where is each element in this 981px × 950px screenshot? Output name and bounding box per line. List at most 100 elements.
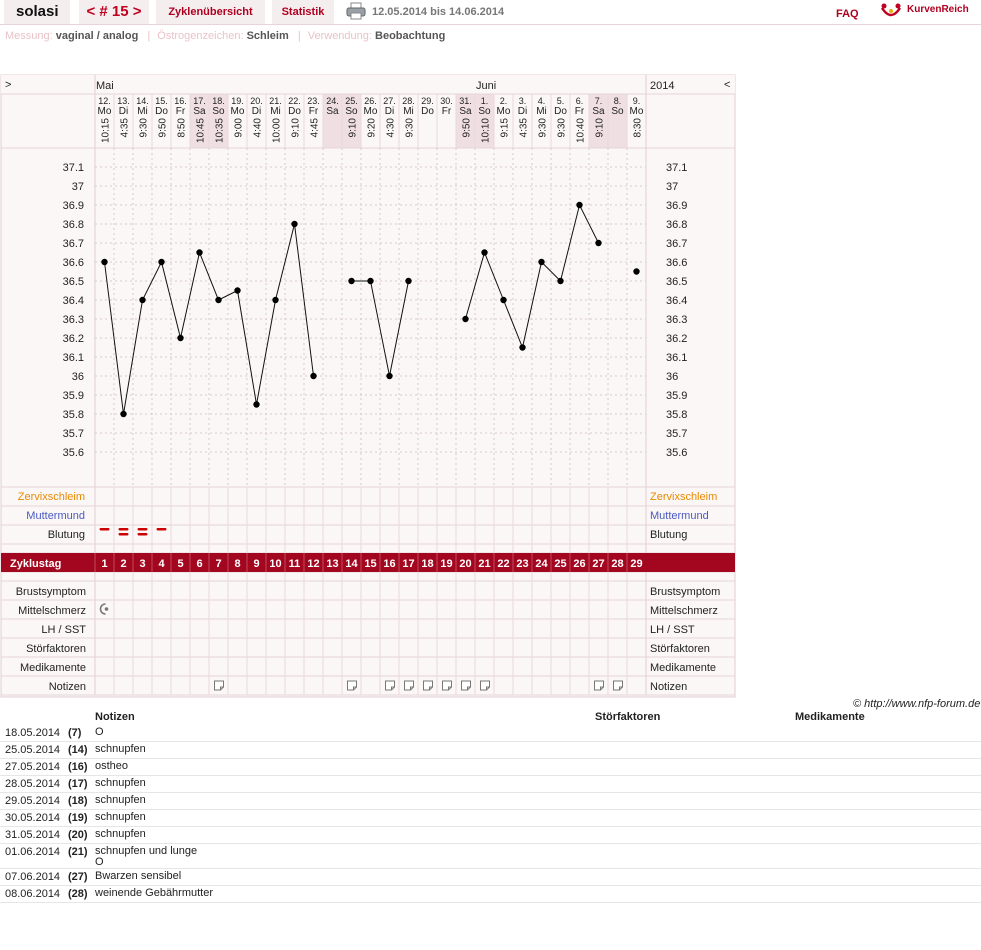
note-icon[interactable] <box>385 680 395 691</box>
note-text: schnupfen <box>95 743 146 755</box>
cycle-day-number: 5 <box>177 558 183 570</box>
measure-time: 10:35 <box>215 118 226 143</box>
temperature-point <box>272 296 279 304</box>
temp-label-left: 35.7 <box>63 428 84 440</box>
cycle-day-number: 18 <box>421 558 433 570</box>
row-label-breast-right: Brustsymptom <box>650 586 720 598</box>
bleeding-mark <box>99 528 110 531</box>
measure-time: 4:45 <box>310 118 321 138</box>
month-label: Mai <box>96 80 114 92</box>
temp-label-right: 35.6 <box>666 447 687 459</box>
temperature-point <box>595 239 602 247</box>
cycle-day-number: 11 <box>289 558 301 570</box>
bleeding-mark <box>137 528 148 531</box>
day-date: 16. <box>174 96 187 106</box>
cycle-day-number: 19 <box>440 558 452 570</box>
temperature-point <box>367 277 374 285</box>
note-icon[interactable] <box>594 680 604 691</box>
temperature-point <box>234 287 241 294</box>
temperature-point <box>253 401 260 408</box>
measure-time: 10:10 <box>481 118 492 143</box>
day-weekday: Mi <box>403 106 414 117</box>
notes-table-row: 07.06.2014 (27) Bwarzen sensibel <box>0 869 981 886</box>
note-date: 08.06.2014 <box>5 888 61 900</box>
day-date: 5. <box>557 96 565 106</box>
day-weekday: So <box>345 106 358 117</box>
note-text: schnupfen und lunge O <box>95 845 198 868</box>
cycle-day-number: 3 <box>139 558 145 570</box>
bleeding-mark <box>156 528 167 531</box>
nav-left-arrow[interactable]: > <box>5 79 11 91</box>
nav-right-arrow[interactable]: < <box>724 79 730 91</box>
cycle-day-number: 27 <box>592 558 604 570</box>
day-date: 24. <box>326 96 339 106</box>
temp-label-left: 35.8 <box>63 409 84 421</box>
day-weekday: Sa <box>459 106 472 117</box>
cycle-day-number: 2 <box>120 558 126 570</box>
notes-table-row: 28.05.2014 (17) schnupfen <box>0 776 981 793</box>
day-date: 17. <box>193 96 206 106</box>
row-label-lh-right: LH / SST <box>650 624 695 636</box>
note-icon[interactable] <box>461 680 471 691</box>
row-label-meds-right: Medikamente <box>650 662 716 674</box>
day-date: 15. <box>155 96 168 106</box>
note-date: 18.05.2014 <box>5 727 61 739</box>
day-date: 27. <box>383 96 396 106</box>
day-date: 8. <box>614 96 622 106</box>
day-weekday: Sa <box>193 106 206 117</box>
measure-time: 9:10 <box>348 118 359 138</box>
measure-time: 9:20 <box>367 118 378 138</box>
note-icon[interactable] <box>347 680 357 691</box>
day-date: 7. <box>595 96 603 106</box>
cycle-day-number: 13 <box>326 558 338 570</box>
bleeding-mark <box>118 528 129 531</box>
note-text: O <box>95 726 104 738</box>
temperature-point <box>405 277 412 285</box>
note-text: schnupfen <box>95 811 146 823</box>
cycle-day-number: 21 <box>478 558 490 570</box>
day-date: 9. <box>633 96 641 106</box>
note-cycle-day: (7) <box>68 727 82 739</box>
row-label-disturb-right: Störfaktoren <box>650 643 710 655</box>
chart-background <box>0 74 736 698</box>
note-text: schnupfen <box>95 794 146 806</box>
day-date: 6. <box>576 96 584 106</box>
day-date: 25. <box>345 96 358 106</box>
temperature-point <box>196 249 203 256</box>
temperature-point <box>576 201 583 209</box>
note-icon[interactable] <box>480 680 490 691</box>
temperature-point <box>158 258 165 266</box>
day-date: 2. <box>500 96 508 106</box>
cycle-day-number: 1 <box>101 558 107 570</box>
notes-table-row: 29.05.2014 (18) schnupfen <box>0 793 981 810</box>
row-label-cervix-right: Zervixschleim <box>650 491 717 503</box>
row-label-lh: LH / SST <box>41 624 86 636</box>
note-date: 01.06.2014 <box>5 846 61 858</box>
cycle-day-number: 29 <box>630 558 642 570</box>
temperature-point <box>500 296 507 304</box>
note-text: ostheo <box>95 760 129 772</box>
temp-label-left: 36.6 <box>63 257 84 269</box>
temp-label-right: 36.8 <box>666 219 687 231</box>
day-date: 22. <box>288 96 301 106</box>
note-icon[interactable] <box>613 680 623 691</box>
temperature-point <box>177 334 184 342</box>
note-icon[interactable] <box>423 680 433 691</box>
copyright[interactable]: © http://www.nfp-forum.de <box>853 698 980 710</box>
cycle-day-label: Zyklustag <box>10 558 61 570</box>
note-icon[interactable] <box>214 680 224 691</box>
note-date: 28.05.2014 <box>5 778 61 790</box>
cycle-day-number: 22 <box>497 558 509 570</box>
row-label-breast: Brustsymptom <box>16 586 86 598</box>
notes-table-row: 27.05.2014 (16) ostheo <box>0 759 981 776</box>
note-icon[interactable] <box>442 680 452 691</box>
temperature-point <box>633 268 640 275</box>
note-icon[interactable] <box>404 680 414 691</box>
measure-time: 9:15 <box>500 118 511 138</box>
measure-time: 10:00 <box>272 118 283 143</box>
note-date: 30.05.2014 <box>5 812 61 824</box>
day-weekday: Mo <box>630 106 644 117</box>
day-weekday: Sa <box>592 106 605 117</box>
temp-label-right: 36.7 <box>666 238 687 250</box>
day-date: 13. <box>117 96 130 106</box>
